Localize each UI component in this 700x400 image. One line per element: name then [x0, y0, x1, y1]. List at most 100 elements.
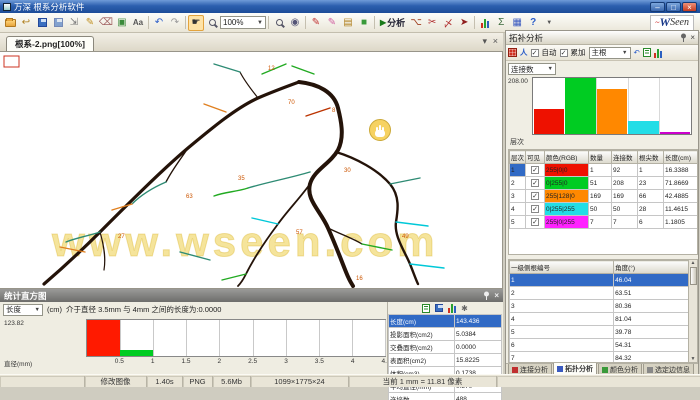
- layer-table-row[interactable]: 5✓255|0|2557761.1805: [510, 216, 699, 229]
- zoom-level-select[interactable]: 100% ▼: [220, 16, 266, 29]
- angle-table-row[interactable]: 146.04: [510, 274, 689, 287]
- tab-close-icon[interactable]: ×: [493, 36, 498, 46]
- layer-level-cell[interactable]: 2: [510, 177, 526, 190]
- accumulate-checkbox[interactable]: ✓: [560, 49, 568, 57]
- angle-table-scrollbar[interactable]: ▲ ▼: [688, 260, 697, 362]
- panel-close-icon[interactable]: ×: [494, 291, 499, 300]
- undo-icon[interactable]: ↶: [151, 15, 167, 31]
- node-tool-icon[interactable]: 人: [520, 47, 528, 58]
- root-type-value: 主根: [592, 47, 607, 58]
- layer-visible-cell[interactable]: ✓: [526, 216, 545, 229]
- stat-label-cell: 投影面积(cm2): [389, 328, 455, 341]
- pan-hand-tool-icon[interactable]: ☛: [188, 15, 204, 31]
- chart-export-icon[interactable]: [654, 48, 662, 58]
- scroll-up-icon[interactable]: ▲: [691, 260, 696, 266]
- scroll-thumb[interactable]: [690, 267, 697, 285]
- stats-table-row[interactable]: 长度(cm)143.436: [389, 315, 502, 328]
- minimize-button[interactable]: –: [650, 2, 665, 12]
- visible-checkbox[interactable]: ✓: [531, 192, 539, 200]
- maximize-button[interactable]: □: [666, 2, 681, 12]
- panel-close-icon[interactable]: ×: [690, 33, 695, 42]
- image-canvas[interactable]: www.wseen.com: [0, 52, 503, 288]
- connect-tool-icon[interactable]: 〆: [440, 15, 456, 31]
- angle-id-cell: 5: [510, 326, 614, 339]
- visible-checkbox[interactable]: ✓: [531, 179, 539, 187]
- stat-value-cell: 0.0000: [455, 341, 502, 354]
- visible-checkbox[interactable]: ✓: [531, 166, 539, 174]
- help-icon[interactable]: ?: [525, 15, 541, 31]
- layer-level-cell[interactable]: 3: [510, 190, 526, 203]
- angle-table-row[interactable]: 539.78: [510, 326, 689, 339]
- visible-checkbox[interactable]: ✓: [531, 218, 539, 226]
- refresh-icon[interactable]: ↶: [634, 48, 640, 57]
- angle-table-row[interactable]: 481.04: [510, 313, 689, 326]
- layer-level-cell[interactable]: 1: [510, 164, 526, 177]
- chart-icon[interactable]: [477, 15, 493, 31]
- visible-checkbox[interactable]: ✓: [531, 205, 539, 213]
- redo-icon[interactable]: ↷: [167, 15, 183, 31]
- open-file-icon[interactable]: ↩: [18, 15, 34, 31]
- angle-table-row[interactable]: 380.36: [510, 300, 689, 313]
- scissors-icon[interactable]: ✂: [424, 15, 440, 31]
- pin-icon[interactable]: [483, 291, 490, 300]
- table-icon[interactable]: ▦: [509, 15, 525, 31]
- branch-tool-icon[interactable]: ⌥: [408, 15, 424, 31]
- settings-gear-icon[interactable]: ✱: [461, 304, 468, 313]
- status-bar: 修改图像 1.40s PNG 5.6Mb 1099×1775×24 当前 1 m…: [0, 374, 700, 387]
- hist-x-axis-label: 直径(mm): [4, 358, 32, 368]
- save-all-icon[interactable]: [50, 15, 66, 31]
- analyze-button[interactable]: ▶ 分析: [377, 16, 408, 29]
- stats-table-row[interactable]: 交叠面积(cm2)0.0000: [389, 341, 502, 354]
- layer-table-row[interactable]: 2✓0|255|0512082371.8669: [510, 177, 699, 190]
- document-tab[interactable]: 根系-2.png[100%]: [6, 36, 94, 51]
- new-file-icon[interactable]: [2, 15, 18, 31]
- select-region-icon[interactable]: [508, 48, 517, 57]
- stats-table-row[interactable]: 表面积(cm2)15.8225: [389, 354, 502, 367]
- angle-id-cell: 6: [510, 339, 614, 352]
- layer-visible-cell[interactable]: ✓: [526, 190, 545, 203]
- zoom-fit-icon[interactable]: ◉: [287, 15, 303, 31]
- export-icon[interactable]: ⇲: [66, 15, 82, 31]
- auto-checkbox[interactable]: ✓: [531, 49, 539, 57]
- stats-icon[interactable]: Σ: [493, 15, 509, 31]
- export-excel-icon[interactable]: [643, 48, 651, 57]
- status-dimensions: 1099×1775×24: [251, 376, 349, 387]
- angle-table-row[interactable]: 654.31: [510, 339, 689, 352]
- angle-table-row[interactable]: 784.32: [510, 352, 689, 364]
- stats-table-row[interactable]: 投影面积(cm2)5.0384: [389, 328, 502, 341]
- layer-visible-cell[interactable]: ✓: [526, 203, 545, 216]
- layer-visible-cell[interactable]: ✓: [526, 164, 545, 177]
- close-button[interactable]: ×: [682, 2, 697, 12]
- layer-visible-cell[interactable]: ✓: [526, 177, 545, 190]
- save-icon[interactable]: [34, 15, 50, 31]
- measure-pen-icon[interactable]: ✎: [308, 15, 324, 31]
- chart-icon[interactable]: [448, 303, 456, 313]
- angle-table-row[interactable]: 263.51: [510, 287, 689, 300]
- metric-select[interactable]: 连接数 ▼: [508, 63, 556, 75]
- tab-list-icon[interactable]: ▾: [482, 36, 487, 47]
- text-tool-icon[interactable]: Aa: [130, 15, 146, 31]
- help-dropdown-icon[interactable]: ▼: [541, 15, 557, 31]
- palette-icon[interactable]: ▤: [340, 15, 356, 31]
- layer-level-cell[interactable]: 5: [510, 216, 526, 229]
- pointer-tool-icon[interactable]: ➤: [456, 15, 472, 31]
- region-color-icon[interactable]: ■: [356, 15, 372, 31]
- scroll-down-icon[interactable]: ▼: [691, 356, 696, 362]
- layer-length-cell: 1.1805: [664, 216, 699, 229]
- mark-pen-icon[interactable]: ✎: [324, 15, 340, 31]
- pencil-icon[interactable]: ✎: [82, 15, 98, 31]
- layer-level-cell[interactable]: 4: [510, 203, 526, 216]
- eraser-icon[interactable]: ⌫: [98, 15, 114, 31]
- hist-metric-select[interactable]: 长度 ▼: [3, 304, 43, 316]
- save-icon[interactable]: [435, 304, 443, 312]
- layer-table-row[interactable]: 1✓255|0|0192116.3388: [510, 164, 699, 177]
- root-type-select[interactable]: 主根 ▼: [589, 47, 631, 59]
- layer-table-row[interactable]: 4✓0|255|25550502811.4615: [510, 203, 699, 216]
- zoom-tool-icon[interactable]: [204, 15, 220, 31]
- pin-icon[interactable]: [680, 33, 687, 42]
- image-icon[interactable]: ▣: [114, 15, 130, 31]
- zoom-out-icon[interactable]: [271, 15, 287, 31]
- stats-table-row[interactable]: 连接数488: [389, 393, 502, 400]
- export-excel-icon[interactable]: [422, 304, 430, 313]
- layer-table-row[interactable]: 3✓255|128|01691696642.4885: [510, 190, 699, 203]
